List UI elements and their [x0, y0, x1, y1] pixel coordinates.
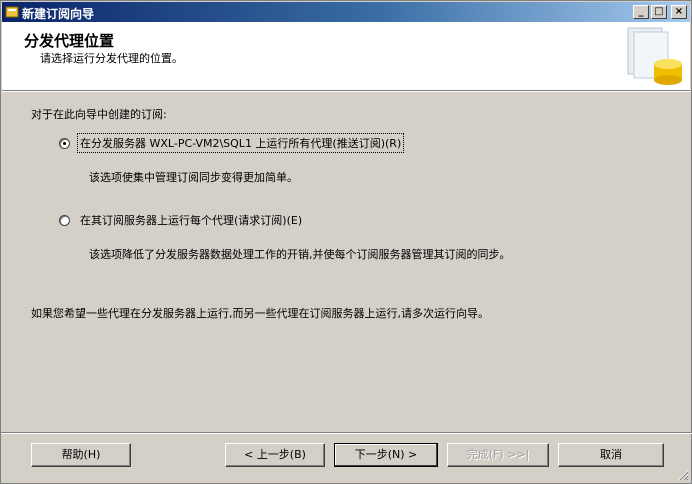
pull-option-description: 该选项降低了分发服务器数据处理工作的开销,并使每个订阅服务器管理其订阅的同步。	[89, 248, 511, 261]
minimize-button[interactable]: _	[633, 5, 649, 19]
subscription-prompt: 对于在此向导中创建的订阅:	[31, 108, 167, 121]
window-title: 新建订阅向导	[22, 7, 95, 21]
wizard-window: 新建订阅向导 _ □ × 分发代理位置 请选择运行分发代理的位置。 对于在此向导…	[0, 0, 692, 484]
push-option-label[interactable]: 在分发服务器 WXL-PC-VM2\SQL1 上运行所有代理(推送订阅)(R)	[76, 133, 405, 153]
multiple-runs-note: 如果您希望一些代理在分发服务器上运行,而另一些代理在订阅服务器上运行,请多次运行…	[31, 307, 489, 320]
pull-radio[interactable]	[59, 214, 70, 226]
page-title: 分发代理位置	[24, 32, 115, 50]
app-icon	[5, 6, 19, 18]
database-icon	[627, 27, 682, 85]
maximize-button[interactable]: □	[651, 5, 667, 19]
wizard-header: 分发代理位置 请选择运行分发代理的位置。	[2, 22, 690, 91]
title-bar[interactable]: 新建订阅向导 _ □ ×	[2, 2, 690, 22]
resize-grip-icon[interactable]	[677, 469, 689, 481]
push-subscription-option[interactable]: 在分发服务器 WXL-PC-VM2\SQL1 上运行所有代理(推送订阅)(R)	[59, 133, 405, 153]
pull-subscription-option[interactable]: 在其订阅服务器上运行每个代理(请求订阅)(E)	[59, 211, 304, 229]
pull-option-label[interactable]: 在其订阅服务器上运行每个代理(请求订阅)(E)	[78, 211, 304, 229]
push-option-description: 该选项使集中管理订阅同步变得更加简单。	[89, 171, 298, 184]
page-subtitle: 请选择运行分发代理的位置。	[40, 52, 183, 65]
cancel-button[interactable]: 取消	[558, 443, 664, 467]
next-button[interactable]: 下一步(N) >	[334, 443, 438, 467]
wizard-content: 对于在此向导中创建的订阅: 在分发服务器 WXL-PC-VM2\SQL1 上运行…	[1, 92, 692, 432]
finish-button[interactable]: 完成(F) >>|	[447, 443, 549, 467]
back-button[interactable]: < 上一步(B)	[225, 443, 325, 467]
help-button[interactable]: 帮助(H)	[31, 443, 131, 467]
footer-divider	[1, 432, 692, 434]
close-button[interactable]: ×	[671, 5, 687, 19]
push-radio[interactable]	[59, 137, 70, 149]
